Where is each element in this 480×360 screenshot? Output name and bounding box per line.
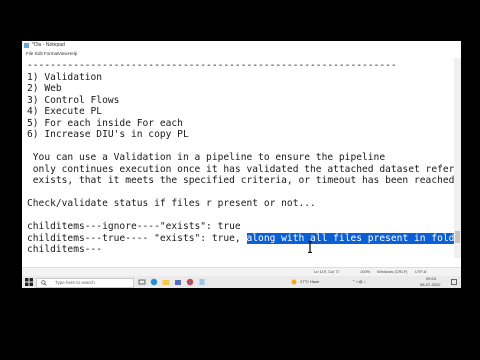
menu-format[interactable]: Format (44, 51, 58, 56)
taskbar-search[interactable]: Type here to search (36, 278, 134, 288)
screen: *Diu - Notepad File Edit Format View Hel… (22, 41, 461, 288)
editor-line: 3) Control Flows (27, 94, 120, 106)
vertical-scrollbar[interactable] (454, 58, 461, 258)
status-bar: Ln 119, Col 77 100% Windows (CRLF) UTF-8 (22, 267, 461, 276)
scrollbar-thumb[interactable] (455, 231, 460, 243)
cursor-position: Ln 119, Col 77 (314, 269, 340, 274)
editor-line: 6) Increase DIU's in copy PL (27, 129, 189, 140)
notepad-taskbar-icon[interactable] (198, 278, 206, 286)
zoom-level: 100% (360, 269, 371, 274)
notification-icon[interactable] (450, 278, 458, 286)
windows-start-icon[interactable] (25, 278, 33, 286)
editor-line: ----------------------------------------… (27, 60, 397, 71)
search-icon (41, 280, 47, 286)
line-prefix: childitems---true---- "exists": true, (27, 232, 247, 244)
file-explorer-icon[interactable] (162, 278, 170, 286)
menu-view[interactable]: View (58, 51, 68, 56)
editor-line: childitems---true---- "exists": true, al… (27, 232, 454, 244)
menu-file[interactable]: File (26, 51, 33, 56)
menu-help[interactable]: Help (68, 51, 77, 56)
editor-line: 5) For each inside For each (27, 117, 183, 129)
text-cursor-icon (308, 241, 312, 253)
store-icon[interactable] (174, 278, 182, 286)
editor-line: You can use a Validation in a pipeline t… (27, 152, 386, 163)
editor-line: childitems--- (27, 244, 103, 255)
clock-date[interactable]: 08-07-2022 (420, 282, 440, 287)
selected-text: along with all files present in folder (246, 232, 454, 244)
editor-line: 1) Validation (27, 71, 103, 83)
clock-time[interactable]: 09:24 (426, 276, 436, 281)
edge-icon[interactable] (150, 278, 158, 286)
weather-icon (291, 279, 297, 285)
editor-line: only continues execution once it has val… (27, 163, 454, 175)
weather-text: 27°C Haze (300, 279, 320, 284)
editor-line: childitems---ignore----"exists": true (27, 221, 241, 232)
encoding: UTF-8 (415, 269, 427, 274)
menu-bar: File Edit Format View Help (22, 50, 461, 58)
chrome-icon[interactable] (186, 278, 194, 286)
line-ending: Windows (CRLF) (377, 269, 408, 274)
task-view-icon[interactable] (138, 278, 146, 286)
menu-edit[interactable]: Edit (35, 51, 43, 56)
text-editor[interactable]: ----------------------------------------… (22, 58, 454, 258)
editor-line: exists, that it meets the specified crit… (27, 175, 454, 186)
taskbar: Type here to search 27°C Haze ⌃ ▪ ◍ ♪ 09… (22, 276, 461, 288)
tray-icons[interactable]: ⌃ ▪ ◍ ♪ (352, 279, 366, 284)
editor-line: 4) Execute PL (27, 106, 103, 117)
window-title: *Diu - Notepad (32, 42, 65, 48)
search-placeholder: Type here to search (55, 280, 95, 285)
editor-line: 2) Web (27, 83, 62, 94)
notepad-icon (24, 43, 29, 48)
editor-line: Check/validate status if files r present… (27, 198, 316, 209)
title-bar: *Diu - Notepad (22, 41, 461, 50)
